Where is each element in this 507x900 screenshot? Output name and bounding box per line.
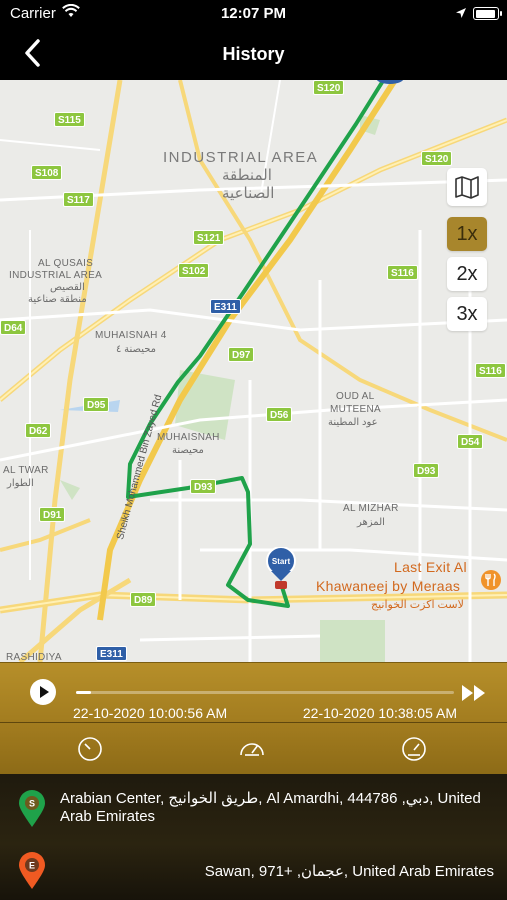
road-shield: S120	[313, 80, 345, 95]
area-label: RASHIDIYA	[6, 652, 62, 662]
speed-2x-button[interactable]: 2x	[447, 257, 487, 291]
road-shield: D89	[130, 592, 157, 607]
play-button[interactable]	[30, 679, 56, 705]
poi-name-line2: Khawaneej by Meraas	[316, 578, 461, 594]
road-shield: S121	[193, 230, 225, 245]
road-shield: E311	[96, 646, 127, 661]
location-arrow-icon	[455, 6, 467, 23]
gauge-icon	[402, 737, 426, 761]
playback-row: 22-10-2020 10:00:56 AM 22-10-2020 10:38:…	[0, 663, 507, 723]
area-label: محيصنة	[172, 445, 204, 456]
area-label: الصناعية	[222, 185, 275, 202]
area-label: الطوار	[7, 478, 34, 489]
poi-name-line1: Last Exit Al	[394, 559, 467, 575]
area-label: محيصنة ٤	[116, 344, 157, 355]
road-shield: D62	[25, 423, 52, 438]
speedometer-button[interactable]	[238, 735, 266, 763]
road-shield: D93	[190, 479, 217, 494]
start-badge: S	[29, 799, 35, 809]
clock-gauge-button[interactable]	[76, 735, 104, 763]
road-shield: S116	[387, 265, 418, 280]
road-shield: D56	[266, 407, 293, 422]
road-shield: D93	[413, 463, 440, 478]
road-shield: E311	[210, 299, 241, 314]
odometer-button[interactable]	[400, 735, 428, 763]
start-address: Arabian Center, طريق الخوانيج, Al Amardh…	[60, 790, 481, 825]
speed-3x-button[interactable]: 3x	[447, 297, 487, 331]
fast-forward-icon	[462, 685, 485, 701]
end-address-row: E Sawan, 971+ ,عجمان, United Arab Emirat…	[0, 844, 507, 900]
nav-bar: History	[0, 28, 507, 80]
page-title: History	[222, 44, 285, 64]
fast-forward-button[interactable]	[461, 684, 487, 702]
end-address: Sawan, 971+ ,عجمان, United Arab Emirates	[204, 863, 494, 880]
road-shield: S102	[178, 263, 210, 278]
marker-label: Start	[272, 557, 291, 566]
road-shield: S117	[63, 192, 94, 207]
road-shield: S116	[475, 363, 506, 378]
area-label: INDUSTRIAL AREA	[163, 149, 319, 166]
start-time: 22-10-2020 10:00:56 AM	[73, 705, 228, 721]
area-label: القصيص	[50, 282, 85, 293]
end-time: 22-10-2020 10:38:05 AM	[302, 705, 457, 721]
end-badge: E	[29, 861, 35, 871]
area-label: INDUSTRIAL AREA	[9, 270, 103, 281]
start-pin-icon: S	[18, 790, 46, 828]
speed-1x-button[interactable]: 1x	[447, 217, 487, 251]
area-label: AL MIZHAR	[343, 503, 399, 514]
area-label: المنطقة	[222, 167, 272, 184]
road-shield: D97	[228, 347, 255, 362]
road-shield: D91	[39, 507, 66, 522]
road-shield: D54	[457, 434, 484, 449]
start-marker[interactable]: Start	[265, 546, 297, 591]
poi-name-ar: لاست اكزت الخوانيج	[371, 599, 464, 611]
area-label: عود المطينة	[328, 417, 378, 428]
area-label: MUHAISNAH 4	[95, 330, 167, 341]
area-label: منطقة صناعية	[28, 294, 87, 305]
playback-slider[interactable]	[76, 691, 454, 694]
playback-progress	[76, 691, 92, 694]
road-shield: D95	[83, 397, 110, 412]
area-label: MUTEENA	[330, 404, 381, 415]
area-label: AL TWAR	[3, 465, 49, 476]
area-label: OUD AL	[336, 391, 375, 402]
road-shield: S120	[421, 151, 453, 166]
map-view[interactable]: INDUSTRIAL AREA المنطقة الصناعية AL QUSA…	[0, 80, 507, 662]
road-shield: S108	[31, 165, 63, 180]
area-label: MUHAISNAH	[157, 432, 220, 443]
area-label: AL QUSAIS	[38, 258, 94, 269]
speedometer-icon	[240, 743, 264, 756]
road-shield: S115	[54, 112, 85, 127]
map-type-button[interactable]	[447, 168, 487, 206]
battery-icon	[473, 7, 502, 20]
map-icon	[455, 176, 479, 199]
end-pin-icon: E	[18, 852, 46, 890]
clock: 12:07 PM	[220, 5, 287, 22]
road-shield: D64	[0, 320, 27, 335]
area-label: المزهر	[357, 517, 385, 528]
clock-icon	[78, 737, 102, 761]
start-address-row: S Arabian Center, طريق الخوانيج, Al Amar…	[0, 774, 507, 844]
status-bar: Carrier 12:07 PM	[0, 0, 507, 28]
restaurant-icon[interactable]	[481, 570, 501, 590]
playback-panel: 22-10-2020 10:00:56 AM 22-10-2020 10:38:…	[0, 662, 507, 774]
